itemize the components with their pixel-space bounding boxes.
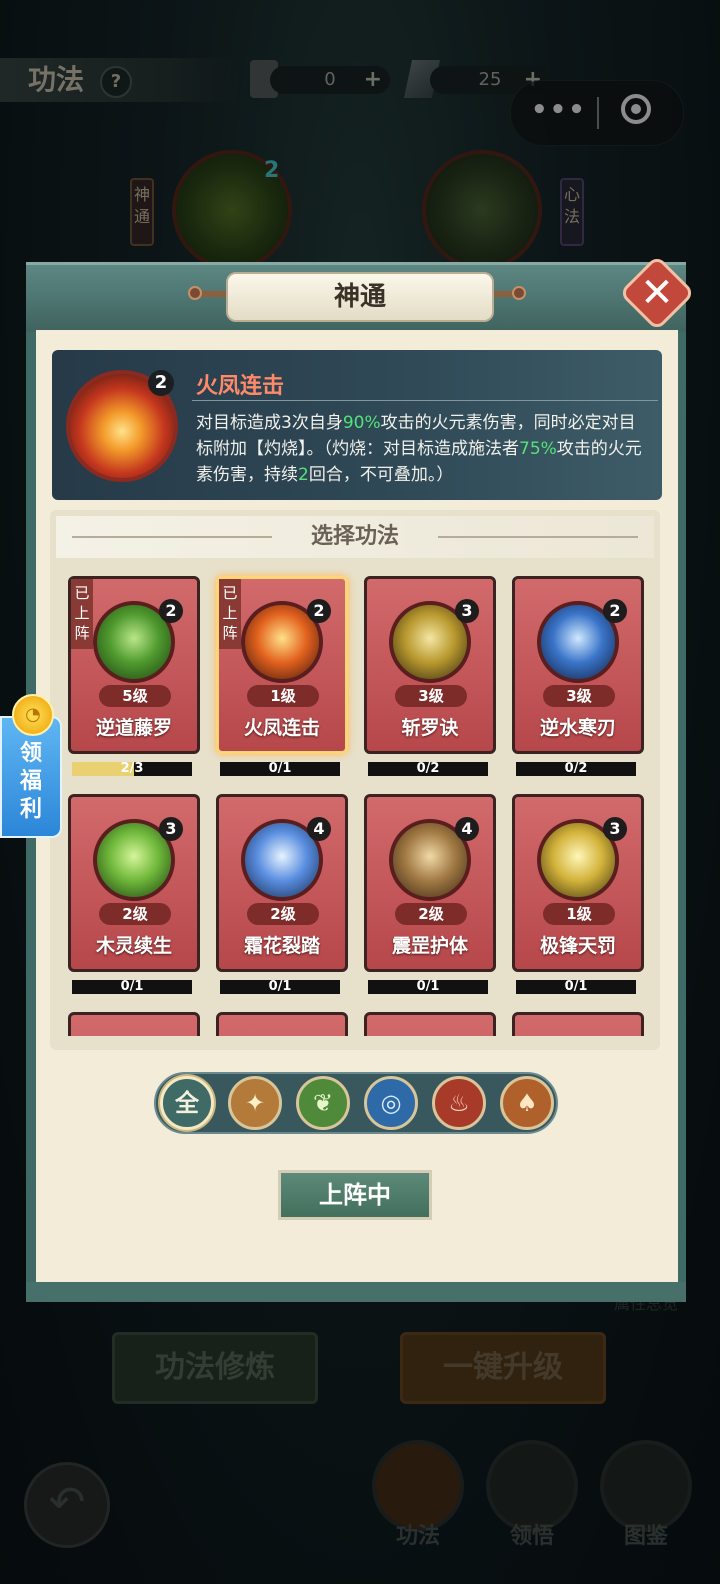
element-filter-bar xyxy=(154,1072,558,1134)
progress-text: 0/1 xyxy=(416,979,440,994)
select-skill-title: 选择功法 xyxy=(310,524,399,549)
skill-tier-badge: 3 xyxy=(159,817,183,841)
skill-card[interactable]: 3 2级木灵续生 xyxy=(68,794,200,972)
desc-highlight: 90% xyxy=(342,413,381,433)
skill-level: 3级 xyxy=(543,685,615,707)
skill-level: 5级 xyxy=(99,685,171,707)
progress-text: 0/2 xyxy=(416,761,440,776)
skill-card-partial[interactable] xyxy=(216,1012,348,1036)
skill-level: 1级 xyxy=(543,903,615,925)
skill-card[interactable]: 3 1级极锋天罚 xyxy=(512,794,644,972)
filter-wood-icon[interactable]: ❦ xyxy=(296,1076,350,1130)
skill-tier-badge: 2 xyxy=(159,599,183,623)
skill-card-partial[interactable] xyxy=(512,1012,644,1036)
skill-tier-badge: 4 xyxy=(455,817,479,841)
fragment-progress-bar: 0/2 xyxy=(368,761,488,776)
skill-card[interactable]: 4 2级震罡护体 xyxy=(364,794,496,972)
skill-name-divider xyxy=(192,400,658,401)
skill-card[interactable]: 2 3级逆水寒刃 xyxy=(512,576,644,754)
skill-level: 3级 xyxy=(395,685,467,707)
progress-text: 0/1 xyxy=(120,979,144,994)
skill-level: 2级 xyxy=(247,903,319,925)
panel-title: 神通 xyxy=(226,272,494,322)
desc-highlight: 75% xyxy=(519,439,557,459)
skill-tier-badge: 3 xyxy=(455,599,479,623)
skill-name: 火凤连击 xyxy=(196,374,285,399)
skill-card-grid[interactable]: 2 5级 逆道藤罗 已上阵 2/3 2 1级 火凤连击 已上阵 0/1 3 3级 斩罗诀 0/2 2 3级 逆水… xyxy=(56,568,654,1036)
skill-level-badge: 2 xyxy=(148,370,174,396)
coin-icon: ◔ xyxy=(12,694,54,736)
skill-name: 木灵续生 xyxy=(95,935,172,957)
skill-tier-badge: 2 xyxy=(307,599,331,623)
panel-footer xyxy=(26,1282,686,1302)
skill-card[interactable]: 2 1级火凤连击 已上阵 xyxy=(216,576,348,754)
fragment-progress-bar: 0/1 xyxy=(368,979,488,994)
filter-earth-icon[interactable]: ♠ xyxy=(500,1076,554,1130)
skill-name: 震罡护体 xyxy=(391,935,468,957)
skill-card-partial[interactable] xyxy=(364,1012,496,1036)
skill-name: 火凤连击 xyxy=(243,717,320,739)
welfare-label: 领 福 利 xyxy=(19,741,42,822)
progress-text: 0/1 xyxy=(268,979,292,994)
fragment-progress-bar: 0/1 xyxy=(220,761,340,776)
skill-tier-badge: 2 xyxy=(603,599,627,623)
skill-name: 斩罗诀 xyxy=(401,717,459,739)
skill-card[interactable]: 2 5级逆道藤罗 已上阵 xyxy=(68,576,200,754)
skill-level: 1级 xyxy=(247,685,319,707)
progress-text: 0/1 xyxy=(268,761,292,776)
filter-fire-icon[interactable]: ♨ xyxy=(432,1076,486,1130)
skill-card[interactable]: 4 2级霜花裂踏 xyxy=(216,794,348,972)
on-formation-badge: 已上阵 xyxy=(219,579,241,649)
close-icon: ✕ xyxy=(640,270,674,316)
header-ornament-left xyxy=(72,536,272,538)
skill-name: 逆道藤罗 xyxy=(95,717,172,739)
skill-name: 霜花裂踏 xyxy=(243,935,320,957)
skill-level: 2级 xyxy=(395,903,467,925)
filter-water-icon[interactable]: ◎ xyxy=(364,1076,418,1130)
skill-description: 对目标造成3次自身90%攻击的火元素伤害，同时必定对目标附加【灼烧】。（灼烧：对… xyxy=(196,410,644,498)
fragment-progress-bar: 2/3 xyxy=(72,761,192,776)
progress-text: 0/1 xyxy=(564,979,588,994)
fragment-progress-bar: 0/1 xyxy=(516,979,636,994)
fragment-progress-bar: 0/1 xyxy=(220,979,340,994)
skill-level: 2级 xyxy=(99,903,171,925)
skill-card[interactable]: 3 3级斩罗诀 xyxy=(364,576,496,754)
filter-metal-icon[interactable]: ✦ xyxy=(228,1076,282,1130)
skill-name: 极锋天罚 xyxy=(539,935,616,957)
on-formation-button[interactable]: 上阵中 xyxy=(278,1170,432,1220)
progress-text: 2/3 xyxy=(120,761,144,776)
skill-card-partial[interactable] xyxy=(68,1012,200,1036)
on-formation-badge: 已上阵 xyxy=(71,579,93,649)
filter-all-icon[interactable]: 全 xyxy=(160,1076,214,1130)
header-ornament-right xyxy=(438,536,638,538)
skill-name: 逆水寒刃 xyxy=(539,717,616,739)
fragment-progress-bar: 0/1 xyxy=(72,979,192,994)
desc-text: 回合，不可叠加。） xyxy=(308,465,454,485)
desc-text: 对目标造成3次自身 xyxy=(196,413,343,433)
skill-tier-badge: 4 xyxy=(307,817,331,841)
progress-text: 0/2 xyxy=(564,761,588,776)
desc-highlight: 2 xyxy=(298,465,309,485)
skill-tier-badge: 3 xyxy=(603,817,627,841)
fragment-progress-bar: 0/2 xyxy=(516,761,636,776)
